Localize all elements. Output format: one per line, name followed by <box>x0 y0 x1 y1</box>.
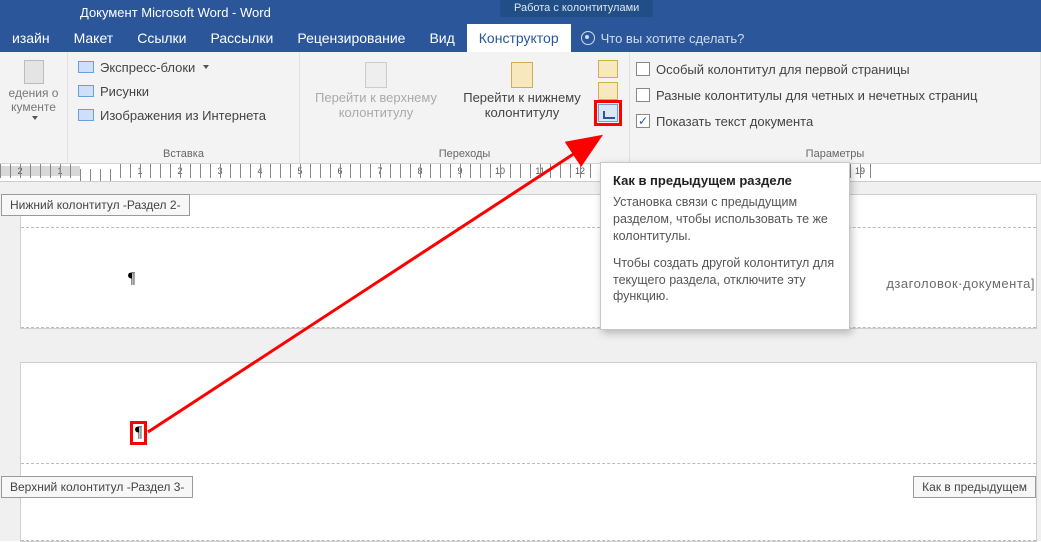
go-to-header-label: Перейти к верхнему колонтитулу <box>315 90 437 120</box>
diff-first-page-checkbox[interactable]: Особый колонтитул для первой страницы <box>636 58 1034 80</box>
dropdown-icon <box>203 65 209 69</box>
group-docinfo: едения о кументе <box>0 52 68 163</box>
footer-region-s2[interactable] <box>21 227 1036 328</box>
online-pictures-button[interactable]: Изображения из Интернета <box>74 104 293 126</box>
tooltip-paragraph-2: Чтобы создать другой колонтитул для теку… <box>613 255 837 306</box>
prev-section-button[interactable] <box>598 60 618 78</box>
tab-constructor[interactable]: Конструктор <box>467 24 571 52</box>
diff-odd-even-label: Разные колонтитулы для четных и нечетных… <box>656 88 977 103</box>
tell-me-search[interactable]: Что вы хотите сделать? <box>581 24 745 52</box>
group-label-options: Параметры <box>636 146 1034 163</box>
ruler-tick: 3 <box>200 166 240 176</box>
pilcrow-mark-cursor: ¶ <box>133 424 144 442</box>
ruler-tick: 2 <box>160 166 200 176</box>
ruler-tick: 9 <box>440 166 480 176</box>
tooltip-title: Как в предыдущем разделе <box>613 173 837 188</box>
next-section-button[interactable] <box>598 82 618 100</box>
ruler-tick: 2 <box>0 166 40 176</box>
group-options: Особый колонтитул для первой страницы Ра… <box>630 52 1041 163</box>
window-title: Документ Microsoft Word - Word <box>80 5 271 20</box>
tab-view[interactable]: Вид <box>417 24 466 52</box>
checkbox-icon <box>636 88 650 102</box>
dropdown-icon <box>32 116 38 120</box>
tab-mailings[interactable]: Рассылки <box>199 24 286 52</box>
group-navigation: Перейти к верхнему колонтитулу Перейти к… <box>300 52 630 163</box>
horizontal-ruler[interactable]: 2112345678910111213141516171819 <box>0 164 1041 182</box>
tell-me-placeholder: Что вы хотите сделать? <box>601 31 745 46</box>
header-tag-section3: Верхний колонтитул -Раздел 3- <box>1 476 193 498</box>
quick-parts-button[interactable]: Экспресс-блоки <box>74 56 293 78</box>
contextual-tab-group: Работа с колонтитулами <box>500 0 653 17</box>
pictures-label: Рисунки <box>100 84 149 99</box>
ruler-tick: 8 <box>400 166 440 176</box>
group-label-insert: Вставка <box>74 146 293 163</box>
ruler-tick: 4 <box>240 166 280 176</box>
group-label <box>6 158 61 163</box>
group-insert: Экспресс-блоки Рисунки Изображения из Ин… <box>68 52 300 163</box>
same-as-previous-tag: Как в предыдущем <box>913 476 1036 498</box>
document-area: Нижний колонтитул -Раздел 2- Верхний кол… <box>0 182 1041 541</box>
lightbulb-icon <box>581 31 595 45</box>
ruler-tick: 5 <box>280 166 320 176</box>
show-doc-text-checkbox[interactable]: Показать текст документа <box>636 110 1034 132</box>
checkbox-icon <box>636 62 650 76</box>
diff-first-label: Особый колонтитул для первой страницы <box>656 62 910 77</box>
go-to-footer-button[interactable]: Перейти к нижнему колонтитулу <box>452 58 592 120</box>
tab-references[interactable]: Ссылки <box>125 24 198 52</box>
pictures-button[interactable]: Рисунки <box>74 80 293 102</box>
ruler-tick: 11 <box>520 166 560 176</box>
page-2[interactable] <box>20 362 1037 542</box>
ruler-tick: 7 <box>360 166 400 176</box>
link-to-previous-tooltip: Как в предыдущем разделе Установка связи… <box>600 162 850 330</box>
go-to-header-icon <box>365 62 387 88</box>
online-pictures-label: Изображения из Интернета <box>100 108 266 123</box>
ruler-tick: 10 <box>480 166 520 176</box>
group-label-nav: Переходы <box>306 146 623 163</box>
header-region-s3[interactable] <box>21 463 1036 541</box>
tooltip-paragraph-1: Установка связи с предыдущим разделом, ч… <box>613 194 837 245</box>
doc-info-button[interactable]: едения о кументе <box>6 56 61 158</box>
pilcrow-mark: ¶ <box>128 270 135 288</box>
go-to-footer-label: Перейти к нижнему колонтитулу <box>463 90 581 120</box>
checkbox-icon <box>636 114 650 128</box>
tab-layout[interactable]: Макет <box>62 24 126 52</box>
go-to-header-button[interactable]: Перейти к верхнему колонтитулу <box>306 58 446 120</box>
nav-mini-column <box>598 58 618 122</box>
footer-tag-section2: Нижний колонтитул -Раздел 2- <box>1 194 190 216</box>
ribbon-tab-row: изайн Макет Ссылки Рассылки Рецензирован… <box>0 24 1041 52</box>
show-doc-text-label: Показать текст документа <box>656 114 813 129</box>
go-to-footer-icon <box>511 62 533 88</box>
tab-design[interactable]: изайн <box>0 24 62 52</box>
ribbon: едения о кументе Экспресс-блоки Рисунки … <box>0 52 1041 164</box>
pictures-icon <box>78 85 94 97</box>
tab-review[interactable]: Рецензирование <box>285 24 417 52</box>
ruler-tick: 1 <box>120 166 160 176</box>
online-pictures-icon <box>78 109 94 121</box>
document-subtitle-field[interactable]: дзаголовок·документа] <box>886 276 1035 291</box>
doc-info-icon <box>24 60 44 84</box>
link-to-previous-button[interactable] <box>598 104 618 122</box>
ruler-tick: 6 <box>320 166 360 176</box>
ruler-tick: 1 <box>40 166 80 176</box>
diff-odd-even-checkbox[interactable]: Разные колонтитулы для четных и нечетных… <box>636 84 1034 106</box>
title-bar: Документ Microsoft Word - Word Работа с … <box>0 0 1041 24</box>
doc-info-label: едения о кументе <box>9 86 59 114</box>
ruler-tick: 12 <box>560 166 600 176</box>
quick-parts-label: Экспресс-блоки <box>100 60 195 75</box>
quick-parts-icon <box>78 61 94 73</box>
